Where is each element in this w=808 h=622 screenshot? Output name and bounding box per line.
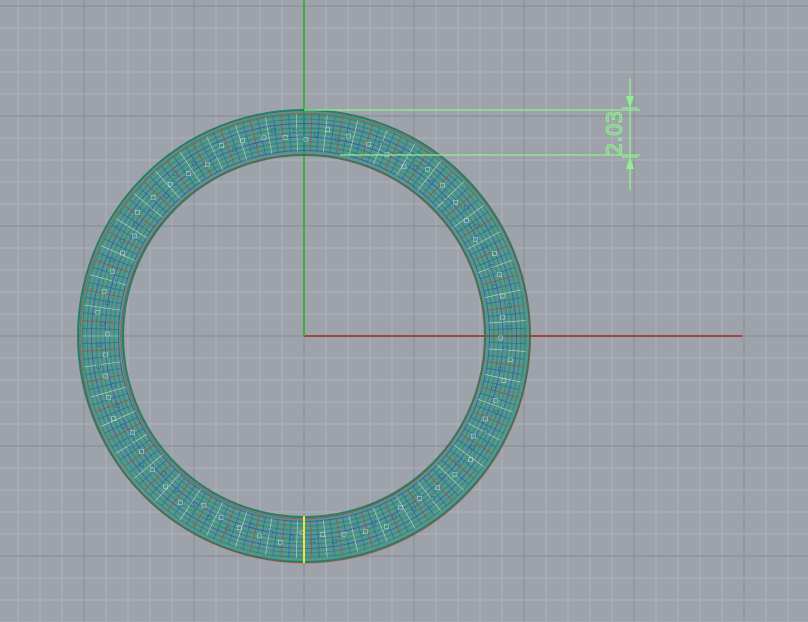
dimension-arrow-top-icon xyxy=(626,96,634,108)
dimension-arrow-bottom-icon xyxy=(626,157,634,169)
viewport-canvas[interactable]: 2.03 xyxy=(0,0,808,622)
dimension-value-label: 2.03 xyxy=(603,111,627,156)
top-viewport[interactable]: 2.03 xyxy=(0,0,808,622)
